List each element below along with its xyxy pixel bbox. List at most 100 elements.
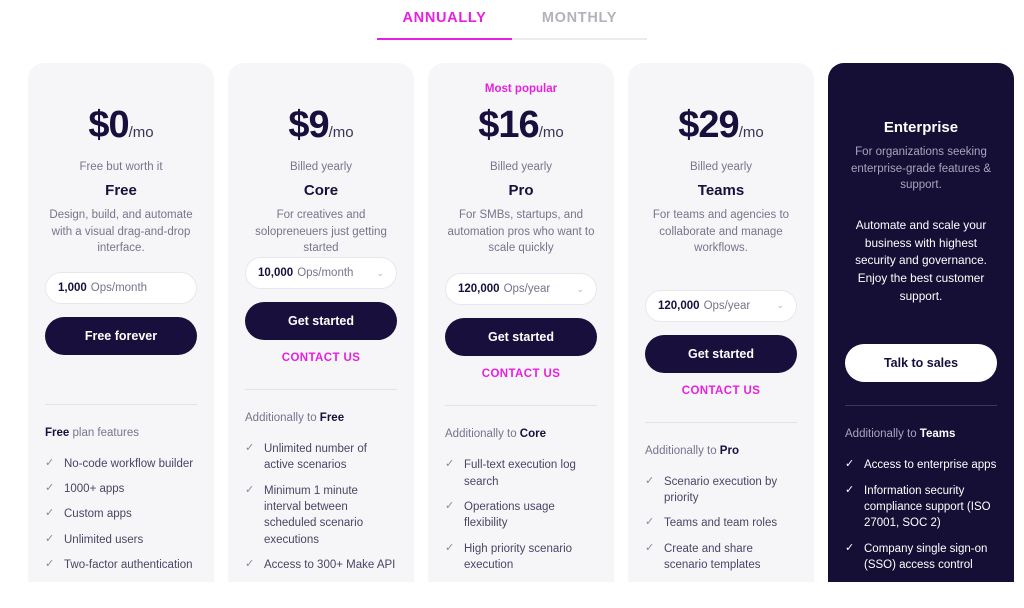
feature-item: ✓ High priority scenario execution [445, 541, 597, 574]
feature-item: ✓ Operations usage flexibility [445, 499, 597, 532]
card-divider [445, 405, 597, 407]
check-icon: ✓ [645, 516, 655, 529]
feature-label: Access to 300+ Make API [264, 558, 396, 571]
feature-item: ✓ Scenario execution by priority [645, 474, 797, 507]
features-list: ✓ Scenario execution by priority ✓ Teams an… [645, 474, 797, 583]
feature-label: Custom apps [64, 508, 132, 521]
plan-description: For creatives and solopreneuers just get… [255, 209, 387, 255]
feature-item: ✓ No-code workflow builder [45, 456, 197, 472]
feature-item: ✓ Unlimited users [45, 532, 197, 548]
tab-annually[interactable]: ANNUALLY [377, 10, 512, 40]
check-icon: ✓ [245, 442, 255, 455]
features-heading-prefix: Additionally to [245, 412, 320, 425]
feature-item: ✓ 1000+ apps [45, 481, 197, 497]
feature-label: Two-factor authentication [64, 558, 193, 571]
price-period: /mo [538, 124, 564, 141]
check-icon: ✓ [445, 458, 455, 471]
check-icon: ✓ [45, 482, 55, 494]
chevron-down-icon: ⌄ [576, 283, 584, 294]
billing-note: Billed yearly [690, 161, 752, 173]
feature-label: Create and share scenario templates [664, 542, 761, 571]
features-heading: Additionally to Pro [645, 445, 797, 457]
cta-button[interactable]: Get started [645, 334, 797, 373]
ops-value: 1,000 [58, 281, 87, 294]
talk-to-sales-button[interactable]: Talk to sales [845, 344, 997, 383]
feature-item: ✓ Company single sign-on (SSO) access con… [845, 541, 997, 574]
check-icon: ✓ [245, 483, 255, 496]
ops-value: 120,000 [658, 299, 700, 312]
ops-selector[interactable]: 1,000 Ops/month ⌄ [45, 271, 197, 304]
feature-label: Operations usage flexibility [464, 501, 555, 530]
pricing-cards-row: $0/mo Free but worth it Free Design, bui… [0, 40, 1024, 583]
feature-label: Minimum 1 minute interval between schedu… [264, 484, 364, 546]
features-list: ✓ Access to enterprise apps ✓ Information s… [845, 457, 997, 582]
price-period: /mo [328, 124, 354, 141]
ops-unit: Ops/month [297, 267, 354, 280]
check-icon: ✓ [45, 532, 55, 545]
price-period: /mo [128, 124, 154, 141]
plan-description: For teams and agencies to collaborate an… [652, 209, 790, 255]
feature-item: ✓ Access to enterprise apps [845, 457, 997, 473]
ops-selector[interactable]: 10,000 Ops/month ⌄ [245, 257, 397, 290]
ops-selector[interactable]: 120,000 Ops/year ⌄ [445, 273, 597, 306]
card-divider [645, 421, 797, 423]
plan-body-text: Automate and scale your business with hi… [855, 218, 987, 303]
feature-item: ✓ Information security compliance support… [845, 483, 997, 532]
price: $0/mo [45, 104, 197, 147]
chevron-down-icon: ⌄ [776, 300, 784, 311]
pricing-card-core: $9/mo Billed yearly Core For creatives a… [228, 63, 414, 583]
feature-label: Scenario execution by priority [664, 475, 778, 504]
contact-us-link[interactable]: CONTACT US [645, 385, 797, 399]
check-icon: ✓ [445, 541, 455, 554]
ops-unit: Ops/month [90, 281, 148, 294]
feature-item: ✓ Two-factor authentication [45, 557, 197, 573]
features-heading: Free plan features [45, 427, 197, 439]
feature-label: Access to enterprise apps [864, 459, 997, 472]
features-heading: Additionally to Teams [845, 428, 997, 440]
plan-description: For organizations seeking enterprise-gra… [851, 146, 991, 192]
feature-label: Unlimited users [64, 533, 144, 546]
plan-name: Enterprise [883, 119, 959, 136]
ops-unit: Ops/year [703, 299, 751, 312]
feature-label: 1000+ apps [64, 483, 125, 495]
features-heading-plan: Pro [719, 444, 739, 457]
price-amount: $16 [478, 104, 539, 146]
contact-us-link[interactable]: CONTACT US [445, 368, 597, 382]
cta-button[interactable]: Free forever [45, 316, 197, 355]
check-icon: ✓ [445, 500, 455, 512]
billing-note: Billed yearly [290, 161, 352, 173]
features-heading-plan: Teams [919, 428, 956, 441]
feature-item: ✓ Teams and team roles [645, 515, 797, 531]
plan-name: Core [303, 182, 339, 199]
ops-selector[interactable]: 120,000 Ops/year ⌄ [645, 289, 797, 322]
feature-item: ✓ Custom apps [45, 506, 197, 522]
popular-badge: Most popular [484, 83, 558, 95]
features-heading-prefix: Additionally to [845, 428, 920, 441]
price: $16/mo [445, 104, 597, 147]
features-heading-suffix: plan features [69, 426, 139, 439]
features-list: ✓ Full-text execution log search ✓ Operatio… [445, 457, 597, 582]
feature-item: ✓ Minimum 1 minute interval between sched… [245, 483, 397, 548]
pricing-card-enterprise: Enterprise For organizations seeking ent… [828, 63, 1014, 583]
tab-monthly[interactable]: MONTHLY [512, 10, 647, 40]
cta-button[interactable]: Get started [445, 318, 597, 357]
feature-item: ✓ Unlimited number of active scenarios [245, 441, 397, 474]
features-heading: Additionally to Free [245, 412, 397, 424]
feature-item: ✓ Create and share scenario templates [645, 541, 797, 574]
features-heading: Additionally to Core [445, 428, 597, 440]
ops-value: 10,000 [258, 267, 294, 280]
feature-label: Information security compliance support … [864, 484, 991, 530]
billing-period-tabs: ANNUALLY MONTHLY [0, 0, 1024, 40]
price-amount: $0 [88, 104, 129, 146]
card-divider [245, 389, 397, 391]
check-icon: ✓ [45, 557, 55, 570]
plan-name: Free [105, 182, 137, 199]
features-list: ✓ Unlimited number of active scenarios ✓ Mi… [245, 441, 397, 582]
cta-button[interactable]: Get started [245, 302, 397, 341]
pricing-card-free: $0/mo Free but worth it Free Design, bui… [28, 63, 214, 583]
feature-label: Unlimited number of active scenarios [264, 443, 367, 472]
ops-unit: Ops/year [503, 283, 551, 296]
contact-us-link[interactable]: CONTACT US [245, 352, 397, 366]
check-icon: ✓ [845, 483, 855, 496]
check-icon: ✓ [45, 507, 55, 520]
